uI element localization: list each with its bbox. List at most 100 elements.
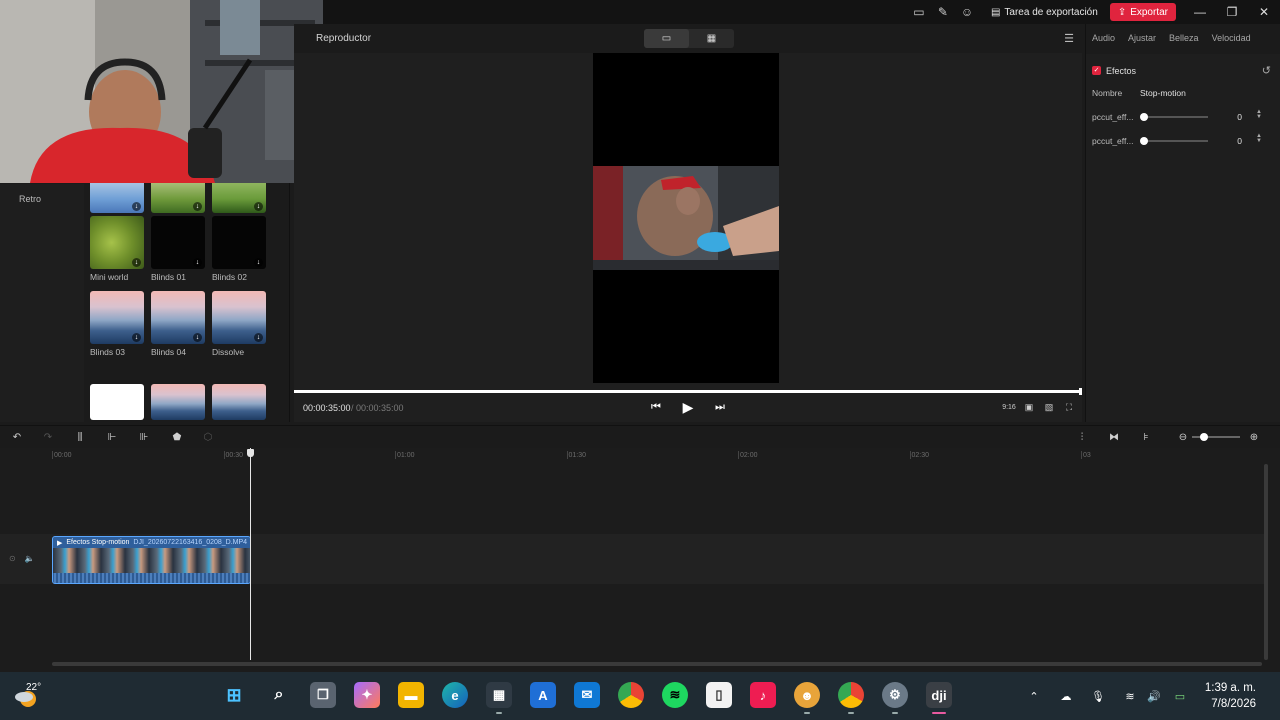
effect-thumbnail[interactable]: ↓ <box>212 291 266 344</box>
download-icon[interactable]: ↓ <box>254 258 263 267</box>
trim-left-icon[interactable]: ⊩ <box>105 430 119 444</box>
aspect-ratio-icon[interactable]: 9:16 <box>1002 400 1016 414</box>
link-icon[interactable]: ⧓ <box>1107 430 1121 444</box>
edge-icon[interactable]: e <box>442 682 468 708</box>
chrome-profile-icon[interactable] <box>838 682 864 708</box>
effects-checkbox[interactable]: ✓ <box>1092 66 1101 75</box>
grid-view-button[interactable]: ▦ <box>689 29 734 48</box>
download-icon[interactable]: ↓ <box>132 258 141 267</box>
fullscreen-icon[interactable]: ⛶ <box>1062 400 1076 414</box>
download-icon[interactable]: ↓ <box>132 202 141 211</box>
param-slider[interactable] <box>1140 113 1208 121</box>
effect-thumbnail[interactable]: ↓ <box>212 216 266 269</box>
playback-progress[interactable] <box>294 388 1082 395</box>
feedback-icon[interactable]: ✎ <box>931 0 955 24</box>
param-slider[interactable] <box>1140 137 1208 145</box>
param-value-input[interactable]: 0 <box>1222 136 1242 146</box>
redo-icon[interactable]: ↷ <box>41 430 55 444</box>
playhead[interactable] <box>250 448 251 660</box>
param-value-input[interactable]: 0 <box>1222 112 1242 122</box>
param-stepper[interactable]: ▲ ▼ <box>1256 133 1262 144</box>
timeline-ruler[interactable]: 00:00 00:30 01:00 01:30 02:00 02:30 03 <box>0 448 1280 462</box>
effect-thumbnail[interactable] <box>90 384 144 420</box>
outlook-icon[interactable]: ✉ <box>574 682 600 708</box>
task-view-icon[interactable]: ❐ <box>310 682 336 708</box>
game-icon[interactable]: ☻ <box>794 682 820 708</box>
effect-thumbnail[interactable]: ↓ <box>90 291 144 344</box>
download-icon[interactable]: ↓ <box>254 202 263 211</box>
effect-thumbnail[interactable]: ↓ <box>151 216 205 269</box>
effect-thumbnail[interactable] <box>151 384 205 420</box>
trim-right-icon[interactable]: ⊪ <box>137 430 151 444</box>
category-retro[interactable]: Retro <box>19 194 41 204</box>
preview-canvas[interactable] <box>593 53 779 383</box>
copilot-icon[interactable]: ✦ <box>354 682 380 708</box>
volume-icon[interactable]: 🔊 <box>1146 688 1162 704</box>
param-stepper[interactable]: ▲ ▼ <box>1256 109 1262 120</box>
split-icon[interactable]: ⫼ <box>73 430 87 444</box>
zoom-slider[interactable] <box>1192 433 1240 441</box>
store-icon[interactable]: ▦ <box>486 682 512 708</box>
play-icon[interactable]: ▶ <box>680 399 696 415</box>
export-button[interactable]: ⇪ Exportar <box>1109 3 1176 21</box>
effect-thumbnail[interactable]: ↓ <box>90 178 144 213</box>
download-icon[interactable]: ↓ <box>193 258 202 267</box>
zoom-out-icon[interactable]: ⊖ <box>1176 430 1190 444</box>
tab-adjust[interactable]: Ajustar <box>1128 33 1156 43</box>
effect-thumbnail[interactable]: ↓ <box>151 178 205 213</box>
effect-thumbnail[interactable]: ↓ <box>212 178 266 213</box>
spotify-icon[interactable]: ≋ <box>662 682 688 708</box>
chevron-up-icon[interactable]: ⌃ <box>1026 688 1042 704</box>
menu-icon[interactable]: ☰ <box>1064 32 1074 45</box>
playhead-handle[interactable] <box>247 449 254 457</box>
speaker-icon[interactable]: 🔈 <box>25 554 35 563</box>
effect-thumbnail[interactable] <box>212 384 266 420</box>
horizontal-scrollbar[interactable] <box>52 662 1262 666</box>
snap-icon[interactable]: ⊧ <box>1139 430 1153 444</box>
marker-icon[interactable]: ⬟ <box>170 430 184 444</box>
zoom-knob[interactable] <box>1200 433 1208 441</box>
microphone-icon[interactable]: 🎙 <box>1090 688 1106 704</box>
reset-icon[interactable]: ↺ <box>1262 64 1271 77</box>
audio-split-icon[interactable]: ⫶ <box>1075 430 1089 444</box>
wifi-icon[interactable]: ≋ <box>1122 688 1138 704</box>
download-icon[interactable]: ↓ <box>193 333 202 342</box>
download-icon[interactable]: ↓ <box>254 333 263 342</box>
app-icon[interactable]: A <box>530 682 556 708</box>
tab-beauty[interactable]: Belleza <box>1169 33 1199 43</box>
minimize-button[interactable]: — <box>1184 0 1216 24</box>
zoom-in-icon[interactable]: ⊕ <box>1247 430 1261 444</box>
freeze-icon[interactable]: ⬡ <box>201 430 215 444</box>
quality-icon[interactable]: ▣ <box>1022 400 1036 414</box>
undo-icon[interactable]: ↶ <box>10 430 24 444</box>
file-explorer-icon[interactable]: ▬ <box>398 682 424 708</box>
video-clip[interactable]: ▶ Efectos Stop-motion DJI_20260722163416… <box>52 536 251 584</box>
layout-icon[interactable]: ▭ <box>907 0 931 24</box>
settings-icon[interactable]: ⚙ <box>882 682 908 708</box>
timeline[interactable]: 00:00 00:30 01:00 01:30 02:00 02:30 03 ⊙ 🔈 ▶ E… <box>0 448 1280 672</box>
restore-button[interactable]: ❐ <box>1216 0 1248 24</box>
download-icon[interactable]: ↓ <box>132 333 141 342</box>
chrome-icon[interactable] <box>618 682 644 708</box>
tab-audio[interactable]: Audio <box>1092 33 1115 43</box>
clock-time[interactable]: 1:39 a. m. <box>1205 682 1256 694</box>
notepad-icon[interactable]: ▯ <box>706 682 732 708</box>
tiktok-icon[interactable]: ♪ <box>750 682 776 708</box>
progress-handle[interactable] <box>1079 388 1082 395</box>
search-icon[interactable]: ⌕ <box>266 682 292 708</box>
slider-knob[interactable] <box>1140 113 1148 121</box>
dji-editor-icon[interactable]: dji <box>926 682 952 708</box>
close-button[interactable]: ✕ <box>1248 0 1280 24</box>
start-icon[interactable]: ⊞ <box>221 682 247 708</box>
download-icon[interactable]: ↓ <box>193 202 202 211</box>
skip-back-icon[interactable]: ⏮ <box>648 400 664 414</box>
clock-date[interactable]: 7/8/2026 <box>1211 698 1256 710</box>
export-task-button[interactable]: ▤ Tarea de exportación <box>983 3 1106 21</box>
slider-knob[interactable] <box>1140 137 1148 145</box>
vertical-scrollbar[interactable] <box>1264 464 1268 660</box>
tab-speed[interactable]: Velocidad <box>1212 33 1251 43</box>
account-icon[interactable]: ☺ <box>955 0 979 24</box>
skip-forward-icon[interactable]: ⏭ <box>712 400 728 414</box>
effect-thumbnail[interactable]: ↓ <box>151 291 205 344</box>
single-view-button[interactable]: ▭ <box>644 29 689 48</box>
